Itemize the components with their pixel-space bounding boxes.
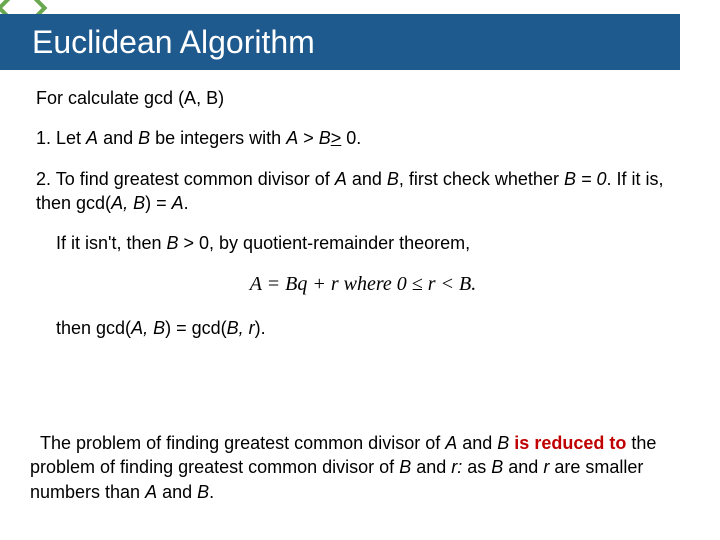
concl-and3: and <box>503 457 543 477</box>
step2c-prefix: then gcd( <box>56 318 131 338</box>
concl-B2: B <box>399 457 411 477</box>
step2c-br: B, r <box>227 318 255 338</box>
step2a-tail: ) = <box>145 193 172 213</box>
concl-dot: . <box>209 482 214 502</box>
concl-p3: as <box>462 457 491 477</box>
step-2c: then gcd(A, B) = gcd(B, r). <box>56 316 690 340</box>
concl-and4: and <box>157 482 197 502</box>
formula-text: A = Bq + r where 0 ≤ r < B. <box>250 273 476 295</box>
step2a-and: and <box>347 169 387 189</box>
step2a-eq: B = 0 <box>564 169 607 189</box>
step2b-prefix: If it isn't, then <box>56 233 167 253</box>
step1-B: B <box>138 128 150 148</box>
step2a-dot: . <box>184 193 189 213</box>
step1-cond-lhs: A <box>286 128 298 148</box>
concl-r: r: <box>451 457 462 477</box>
slide-body: For calculate gcd (A, B) 1. Let A and B … <box>36 86 690 357</box>
step-2a: 2. To find greatest common divisor of A … <box>36 167 690 216</box>
step-1: 1. Let A and B be integers with A > B > … <box>36 126 690 150</box>
step1-prefix: 1. Let <box>36 128 86 148</box>
step1-mid1: and <box>98 128 138 148</box>
step2c-tail: ). <box>255 318 266 338</box>
step1-A: A <box>86 128 98 148</box>
step2c-mid: ) = gcd( <box>165 318 227 338</box>
concl-B4: B <box>197 482 209 502</box>
concl-and: and <box>457 433 497 453</box>
step2a-rhs: A <box>172 193 184 213</box>
conclusion: The problem of finding greatest common d… <box>30 431 690 504</box>
step1-cond-rhs: B <box>319 128 331 148</box>
concl-and2: and <box>411 457 451 477</box>
step2a-B: B <box>387 169 399 189</box>
slide-title: Euclidean Algorithm <box>32 24 315 61</box>
step2a-mid: , first check whether <box>399 169 564 189</box>
step2a-prefix: 2. To find greatest common divisor of <box>36 169 335 189</box>
concl-A: A <box>445 433 457 453</box>
step1-geq: > <box>331 126 342 150</box>
step1-mid2: be integers with <box>150 128 286 148</box>
concl-A2: A <box>145 482 157 502</box>
quotient-remainder-formula: A = Bq + r where 0 ≤ r < B. <box>36 271 690 298</box>
concl-reduced: reduced to <box>534 433 626 453</box>
step-2b: If it isn't, then B > 0, by quotient-rem… <box>56 231 690 255</box>
concl-is: is <box>509 433 534 453</box>
step1-tail: 0. <box>341 128 361 148</box>
step1-gt: > <box>298 128 319 148</box>
title-bar: Euclidean Algorithm <box>0 14 680 70</box>
intro-line: For calculate gcd (A, B) <box>36 86 690 110</box>
step2a-A: A <box>335 169 347 189</box>
step2b-cond: B <box>167 233 179 253</box>
step2b-gt: > 0, by quotient-remainder theorem, <box>179 233 471 253</box>
concl-B: B <box>497 433 509 453</box>
concl-B3: B <box>491 457 503 477</box>
concl-p1: The problem of finding greatest common d… <box>40 433 445 453</box>
step2c-ab: A, B <box>131 318 165 338</box>
step2a-args: A, B <box>111 193 145 213</box>
